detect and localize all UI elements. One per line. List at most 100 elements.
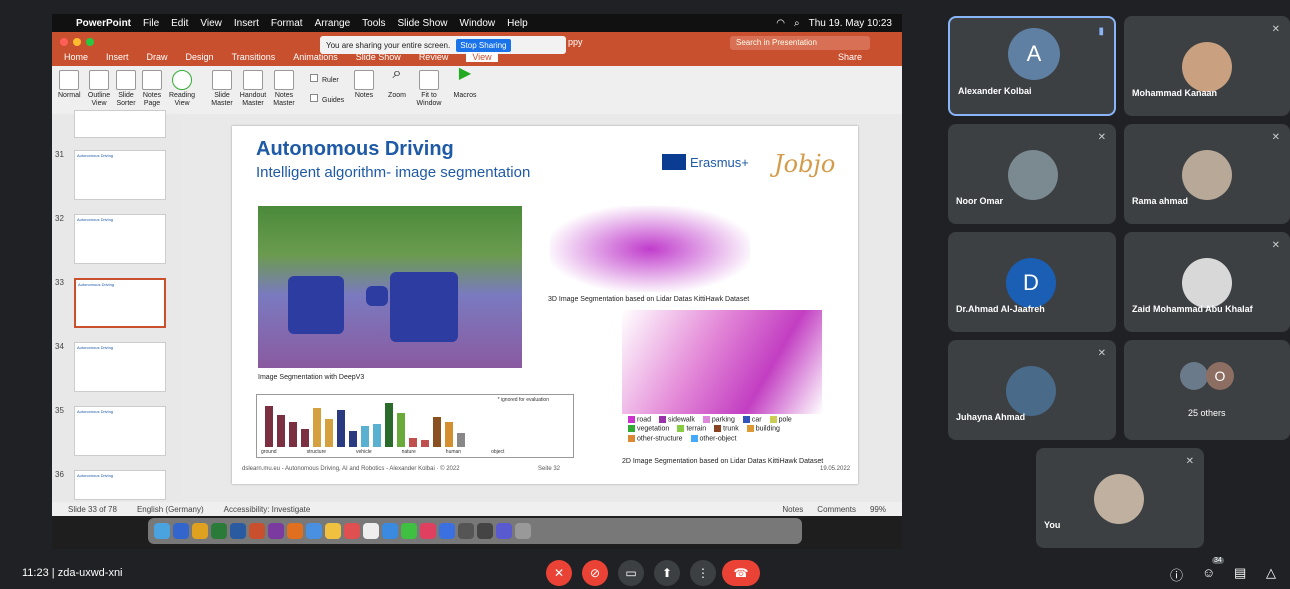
jobjo-logo: Jobjo [774, 150, 836, 178]
captions-button[interactable]: ▭ [618, 560, 644, 586]
powerpoint-icon[interactable] [249, 523, 265, 539]
macros-button[interactable]: ▶ Macros [450, 66, 480, 100]
trash-icon[interactable] [515, 523, 531, 539]
zoom-level[interactable]: 99% [870, 505, 886, 514]
menu-clock[interactable]: Thu 19. May 10:23 [809, 18, 892, 29]
menu-edit[interactable]: Edit [171, 18, 188, 29]
slide-master-button[interactable]: Slide Master [208, 70, 236, 108]
menu-file[interactable]: File [143, 18, 159, 29]
slide-counter: Slide 33 of 78 [68, 504, 117, 514]
more-options-button[interactable]: ⋮ [690, 560, 716, 586]
menu-arrange[interactable]: Arrange [315, 18, 351, 29]
thumbnail-title: Autonomous Driving [77, 153, 114, 158]
guides-checkbox[interactable]: Guides [310, 94, 344, 105]
notes-app-icon[interactable] [325, 523, 341, 539]
tab-review[interactable]: Review [419, 52, 449, 62]
camera-off-button[interactable]: ⊘ [582, 560, 608, 586]
outline-view-button[interactable]: Outline View [86, 70, 112, 108]
zoom-app-icon[interactable] [439, 523, 455, 539]
current-slide[interactable]: Autonomous Driving Intelligent algorithm… [232, 126, 858, 484]
ppt-title-tabs: You are sharing your entire screen. Stop… [52, 32, 902, 66]
language-status[interactable]: English (Germany) [137, 505, 204, 514]
menu-tools[interactable]: Tools [362, 18, 385, 29]
reminders-icon[interactable] [363, 523, 379, 539]
normal-view-button[interactable]: Normal [58, 70, 81, 100]
close-window-icon[interactable] [60, 38, 68, 46]
slide-thumbnail[interactable]: Autonomous Driving [74, 214, 166, 264]
participant-tile[interactable]: ✕ Zaid Mohammad Abu Khalaf [1124, 232, 1290, 332]
minimize-window-icon[interactable] [73, 38, 81, 46]
leave-call-button[interactable]: ☎ [722, 560, 760, 586]
activities-icon[interactable]: △ [1266, 565, 1276, 581]
participant-tile[interactable]: ✕ Mohammad Kanaan [1124, 16, 1290, 116]
messages-icon[interactable] [401, 523, 417, 539]
self-tile[interactable]: ✕ You [1036, 448, 1204, 548]
tab-home[interactable]: Home [64, 52, 88, 62]
participant-tile[interactable]: ✕ Rama ahmad [1124, 124, 1290, 224]
tab-slideshow[interactable]: Slide Show [356, 52, 401, 62]
slide-sorter-button[interactable]: Slide Sorter [114, 70, 138, 108]
present-button[interactable]: ⬆ [654, 560, 680, 586]
finder-icon[interactable] [154, 523, 170, 539]
people-icon[interactable]: ☺ [1202, 565, 1215, 580]
participant-tile[interactable]: ✕ Juhayna Ahmad [948, 340, 1116, 440]
terminal-icon[interactable] [477, 523, 493, 539]
stop-sharing-button[interactable]: Stop Sharing [456, 38, 511, 52]
zoom-window-icon[interactable] [86, 38, 94, 46]
menu-slideshow[interactable]: Slide Show [398, 18, 448, 29]
comments-toggle[interactable]: Comments [817, 505, 856, 514]
teams-icon[interactable] [496, 523, 512, 539]
slide-thumbnail-selected[interactable]: Autonomous Driving [74, 278, 166, 328]
slide-thumbnail[interactable]: Autonomous Driving [74, 342, 166, 392]
slide-thumbnail[interactable] [74, 110, 166, 138]
tab-view[interactable]: View [466, 52, 498, 62]
menu-format[interactable]: Format [271, 18, 303, 29]
info-icon[interactable]: ⓘ [1170, 565, 1183, 584]
app-name[interactable]: PowerPoint [76, 18, 131, 29]
reading-view-button[interactable]: Reading View [168, 70, 196, 108]
word-icon[interactable] [230, 523, 246, 539]
slide-thumbnail[interactable]: Autonomous Driving [74, 150, 166, 200]
notes-toggle[interactable]: Notes [782, 505, 803, 514]
settings-icon[interactable] [458, 523, 474, 539]
zoom-button[interactable]: ⌕ Zoom [386, 66, 408, 100]
notes-page-button[interactable]: Notes Page [140, 70, 164, 108]
accessibility-status[interactable]: Accessibility: Investigate [224, 505, 311, 514]
ppt-share-button[interactable]: Share [838, 52, 862, 62]
onenote-icon[interactable] [268, 523, 284, 539]
chat-icon[interactable]: ▤ [1234, 565, 1246, 581]
slide-thumbnail[interactable]: Autonomous Driving [74, 406, 166, 456]
search-icon[interactable]: ⌕ [794, 18, 800, 29]
notes-button[interactable]: Notes [352, 70, 376, 100]
participant-tile[interactable]: A ▮ Alexander Kolbai [948, 16, 1116, 116]
ppt-search-input[interactable]: Search in Presentation [730, 36, 870, 50]
thumbnail-number: 36 [55, 470, 64, 479]
tab-draw[interactable]: Draw [147, 52, 168, 62]
fit-to-window-button[interactable]: Fit to Window [414, 70, 444, 108]
chrome-icon[interactable] [306, 523, 322, 539]
menu-insert[interactable]: Insert [234, 18, 259, 29]
slide-thumbnail[interactable]: Autonomous Driving [74, 470, 166, 500]
tab-transitions[interactable]: Transitions [232, 52, 276, 62]
menu-window[interactable]: Window [460, 18, 496, 29]
tab-design[interactable]: Design [186, 52, 214, 62]
app-icon[interactable] [192, 523, 208, 539]
launchpad-icon[interactable] [173, 523, 189, 539]
participant-tile[interactable]: ✕ Noor Omar [948, 124, 1116, 224]
notes-master-button[interactable]: Notes Master [270, 70, 298, 108]
menu-view[interactable]: View [200, 18, 222, 29]
excel-icon[interactable] [211, 523, 227, 539]
participant-tile[interactable]: O 25 others [1124, 340, 1290, 440]
firefox-icon[interactable] [287, 523, 303, 539]
appstore-icon[interactable] [382, 523, 398, 539]
music-icon[interactable] [420, 523, 436, 539]
tab-insert[interactable]: Insert [106, 52, 129, 62]
participant-tile[interactable]: D Dr.Ahmad Al-Jaafreh [948, 232, 1116, 332]
handout-master-button[interactable]: Handout Master [238, 70, 268, 108]
mic-off-button[interactable]: ✕ [546, 560, 572, 586]
calendar-icon[interactable] [344, 523, 360, 539]
ruler-checkbox[interactable]: Ruler [310, 74, 339, 85]
menu-help[interactable]: Help [507, 18, 528, 29]
tab-animations[interactable]: Animations [293, 52, 338, 62]
wifi-icon[interactable]: ◠ [776, 18, 785, 29]
